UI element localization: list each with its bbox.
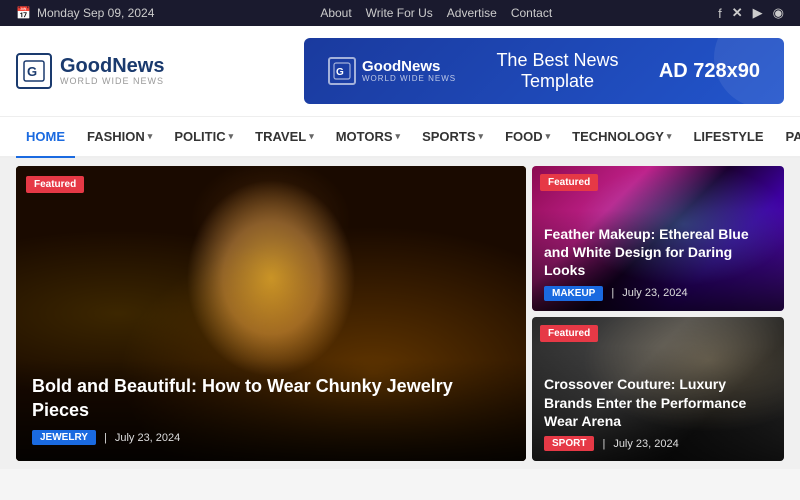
social-icons: f ✕ ▶ ◉: [718, 5, 784, 21]
right-column: Featured Feather Makeup: Ethereal Blue a…: [532, 166, 784, 461]
article1-meta: MAKEUP | July 23, 2024: [544, 286, 772, 301]
ad-banner[interactable]: G GoodNews WORLD WIDE NEWS The Best News…: [304, 38, 784, 104]
ad-tagline: The Best News Template: [476, 50, 639, 92]
main-nav: HOME FASHION ▾ POLITIC ▾ TRAVEL ▾ MOTORS…: [0, 117, 800, 158]
nav-contact[interactable]: Contact: [511, 6, 552, 20]
article2-date: July 23, 2024: [613, 438, 678, 450]
article1-date: July 23, 2024: [622, 287, 687, 299]
featured-badge-1: Featured: [540, 174, 598, 191]
nav-technology[interactable]: TECHNOLOGY ▾: [562, 117, 681, 156]
featured-main-article[interactable]: Featured Bold and Beautiful: How to Wear…: [16, 166, 526, 461]
nav-about[interactable]: About: [320, 6, 351, 20]
nav-sports[interactable]: SPORTS ▾: [412, 117, 493, 156]
top-bar: 📅 Monday Sep 09, 2024 About Write For Us…: [0, 0, 800, 26]
svg-text:G: G: [27, 64, 37, 79]
svg-text:G: G: [336, 67, 344, 78]
chevron-down-icon: ▾: [546, 131, 551, 142]
nav-travel[interactable]: TRAVEL ▾: [245, 117, 324, 156]
article2-title: Crossover Couture: Luxury Brands Enter t…: [544, 375, 772, 430]
chevron-down-icon: ▾: [479, 131, 484, 142]
pipe-separator: |: [611, 287, 614, 299]
sport-tag[interactable]: SPORT: [544, 436, 594, 451]
nav-home[interactable]: HOME: [16, 117, 75, 158]
ad-logo-icon: G: [328, 57, 356, 85]
facebook-icon[interactable]: f: [718, 6, 722, 21]
logo-text: GoodNews WORLD WIDE NEWS: [60, 56, 164, 86]
date-text: Monday Sep 09, 2024: [37, 6, 154, 20]
ad-size: AD 728x90: [659, 60, 760, 83]
logo-icon: G: [16, 53, 52, 89]
chevron-down-icon: ▾: [148, 131, 153, 142]
makeup-tag[interactable]: MAKEUP: [544, 286, 603, 301]
article1-title: Feather Makeup: Ethereal Blue and White …: [544, 225, 772, 280]
ad-logo: G GoodNews WORLD WIDE NEWS: [328, 57, 456, 85]
pipe-separator: |: [104, 432, 107, 444]
featured-main-date: July 23, 2024: [115, 432, 180, 444]
chevron-down-icon: ▾: [229, 131, 234, 142]
nav-write-for-us[interactable]: Write For Us: [366, 6, 433, 20]
chevron-down-icon: ▾: [396, 131, 401, 142]
jewelry-tag[interactable]: JEWELRY: [32, 430, 96, 445]
article-card-sport[interactable]: Featured Crossover Couture: Luxury Brand…: [532, 317, 784, 462]
nav-advertise[interactable]: Advertise: [447, 6, 497, 20]
nav-lifestyle[interactable]: LIFESTYLE: [683, 117, 773, 156]
nav-motors[interactable]: MOTORS ▾: [326, 117, 410, 156]
featured-badge-main: Featured: [26, 176, 84, 193]
chevron-down-icon: ▾: [309, 131, 314, 142]
featured-main-overlay: Bold and Beautiful: How to Wear Chunky J…: [16, 359, 526, 461]
nav-food[interactable]: FOOD ▾: [495, 117, 560, 156]
article-card-makeup[interactable]: Featured Feather Makeup: Ethereal Blue a…: [532, 166, 784, 311]
top-bar-date: 📅 Monday Sep 09, 2024: [16, 6, 154, 20]
instagram-icon[interactable]: ◉: [773, 5, 784, 21]
twitter-x-icon[interactable]: ✕: [732, 5, 743, 21]
chevron-down-icon: ▾: [667, 131, 672, 142]
nav-politic[interactable]: POLITIC ▾: [164, 117, 243, 156]
nav-pages[interactable]: PAGES ▾: [776, 117, 800, 156]
featured-badge-2: Featured: [540, 325, 598, 342]
nav-fashion[interactable]: FASHION ▾: [77, 117, 162, 156]
article1-overlay: Feather Makeup: Ethereal Blue and White …: [532, 215, 784, 311]
pipe-separator: |: [602, 438, 605, 450]
youtube-icon[interactable]: ▶: [753, 5, 763, 21]
calendar-icon: 📅: [16, 6, 31, 20]
main-content: Featured Bold and Beautiful: How to Wear…: [0, 158, 800, 469]
header: G GoodNews WORLD WIDE NEWS G GoodNews WO…: [0, 26, 800, 117]
featured-main-meta: JEWELRY | July 23, 2024: [32, 430, 510, 445]
ad-logo-text: GoodNews WORLD WIDE NEWS: [362, 59, 456, 83]
top-bar-nav: About Write For Us Advertise Contact: [320, 6, 552, 20]
logo[interactable]: G GoodNews WORLD WIDE NEWS: [16, 53, 164, 89]
featured-main-title: Bold and Beautiful: How to Wear Chunky J…: [32, 375, 510, 422]
article2-overlay: Crossover Couture: Luxury Brands Enter t…: [532, 365, 784, 461]
article2-meta: SPORT | July 23, 2024: [544, 436, 772, 451]
